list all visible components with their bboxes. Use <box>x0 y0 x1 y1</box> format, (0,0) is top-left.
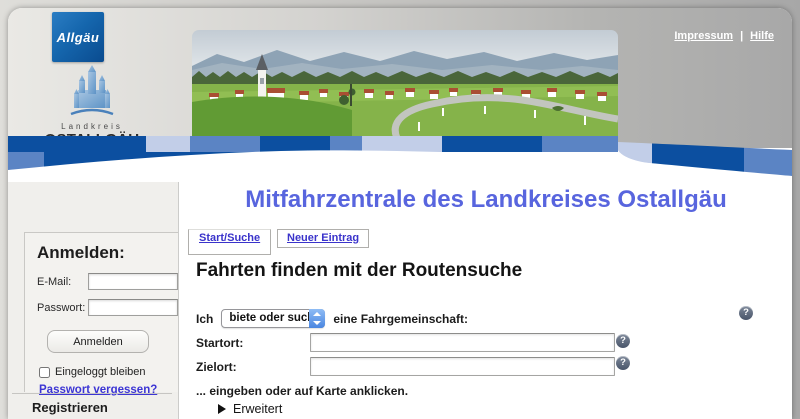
email-label: E-Mail: <box>37 276 88 288</box>
landscape-photo-illustration <box>192 30 618 138</box>
help-icon-zielort[interactable]: ? <box>616 356 630 370</box>
mode-row: Ich biete oder suche eine Fahrgemeinscha… <box>196 309 468 328</box>
main-heading: Fahrten finden mit der Routensuche <box>196 260 522 282</box>
allgaeu-logo: Allgäu <box>52 12 104 62</box>
impressum-link[interactable]: Impressum <box>674 30 733 42</box>
login-button[interactable]: Anmelden <box>47 330 149 353</box>
tab-neuer-eintrag[interactable]: Neuer Eintrag <box>277 229 369 248</box>
startort-label: Startort: <box>196 336 243 350</box>
ich-label: Ich <box>196 312 213 326</box>
header-links: Impressum | Hilfe <box>674 30 774 42</box>
stay-logged-in-label: Eingeloggt bleiben <box>55 366 146 378</box>
startort-input[interactable] <box>310 333 615 352</box>
page-card: Allgäu Landkreis <box>8 8 792 419</box>
links-separator: | <box>740 30 743 42</box>
castle-icon <box>69 64 115 116</box>
sidebar-divider <box>12 393 172 394</box>
page-title: Mitfahrzentrale des Landkreises Ostallgä… <box>188 186 784 214</box>
help-icon-mode[interactable]: ? <box>739 306 753 320</box>
stay-logged-in-checkbox[interactable] <box>39 367 50 378</box>
mode-select[interactable]: biete oder suche <box>221 309 325 328</box>
zielort-label: Zielort: <box>196 360 237 374</box>
zielort-input[interactable] <box>310 357 615 376</box>
map-hint-text: ... eingeben oder auf Karte anklicken. <box>196 384 408 398</box>
header-photo <box>192 30 618 138</box>
login-heading: Anmelden: <box>37 243 178 263</box>
erweitert-label: Erweitert <box>233 402 282 416</box>
header-band: Allgäu Landkreis <box>8 8 792 148</box>
forgot-password-link[interactable]: Passwort vergessen? <box>39 384 157 396</box>
sidebar: Anmelden: E-Mail: Passwort: Anmelden Ein… <box>8 182 179 419</box>
login-box: Anmelden: E-Mail: Passwort: Anmelden Ein… <box>24 232 178 392</box>
fahrgemeinschaft-label: eine Fahrgemeinschaft: <box>333 312 468 326</box>
password-field[interactable] <box>88 299 178 316</box>
tab-start-suche[interactable]: Start/Suche <box>188 229 271 255</box>
hilfe-link[interactable]: Hilfe <box>750 30 774 42</box>
allgaeu-logo-text: Allgäu <box>57 30 100 45</box>
select-stepper-icon <box>309 309 325 328</box>
email-field[interactable] <box>88 273 178 290</box>
triangle-right-icon <box>218 404 226 414</box>
register-section-heading[interactable]: Registrieren <box>32 400 108 415</box>
password-label: Passwort: <box>37 302 88 314</box>
erweitert-toggle[interactable]: Erweitert <box>218 402 282 416</box>
help-icon-startort[interactable]: ? <box>616 334 630 348</box>
blue-wave-decoration <box>8 130 792 182</box>
